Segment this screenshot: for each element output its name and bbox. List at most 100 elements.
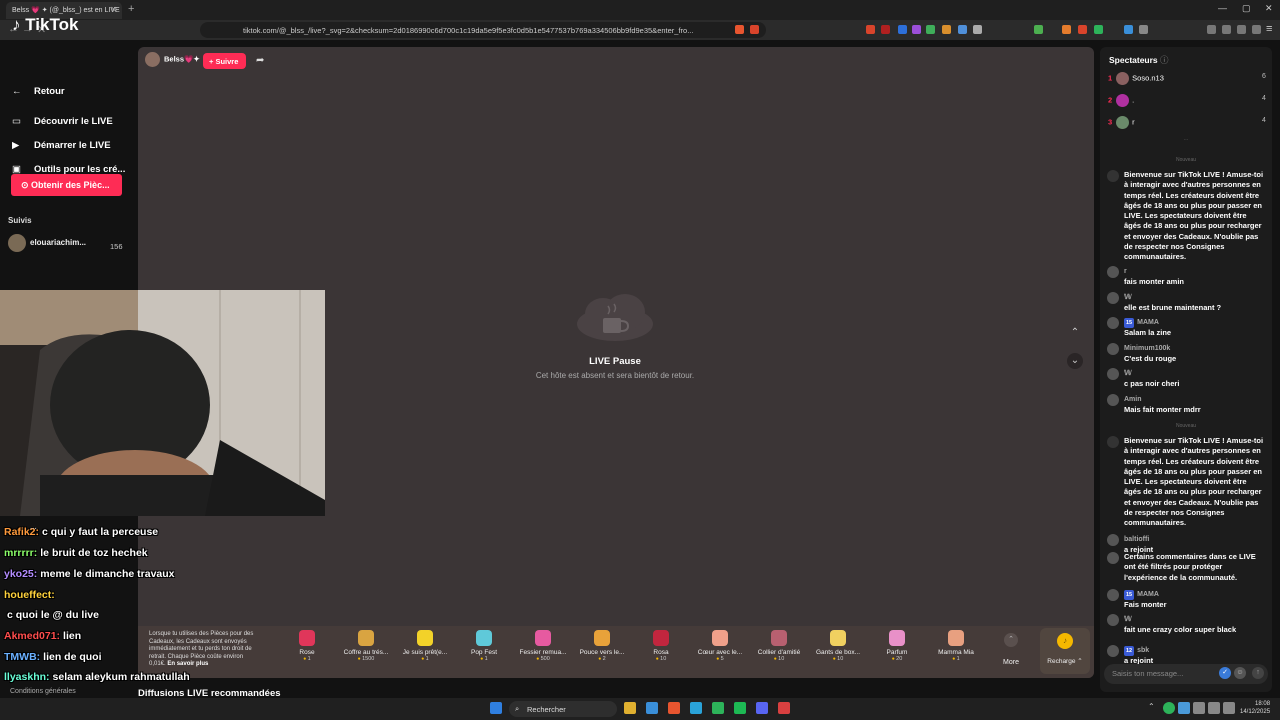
sidebar-toggle-icon[interactable]	[1207, 25, 1216, 34]
extension-icon[interactable]	[1078, 25, 1087, 34]
share-icon[interactable]: ➦	[256, 55, 264, 66]
discord-icon[interactable]	[756, 702, 768, 714]
chat-message[interactable]: Certains commentaires dans ce LIVE ont é…	[1107, 552, 1265, 583]
chat-username[interactable]: sbk	[1137, 647, 1149, 654]
brave-icon[interactable]	[668, 702, 680, 714]
following-item[interactable]: elouariachim...	[8, 234, 86, 252]
file-explorer-icon[interactable]	[624, 702, 636, 714]
learn-more-link[interactable]: En savoir plus	[167, 661, 208, 667]
tray-icon[interactable]	[1163, 702, 1175, 714]
extension-icon[interactable]	[1062, 25, 1071, 34]
store-icon[interactable]	[646, 702, 658, 714]
sidebar-item-discover-live[interactable]: ▭ Découvrir le LIVE	[12, 116, 113, 127]
close-tab-icon[interactable]: ✕	[110, 5, 117, 14]
menu-icon[interactable]: ≡	[1266, 23, 1272, 35]
extension-icon[interactable]	[926, 25, 935, 34]
extension-icon[interactable]	[912, 25, 921, 34]
chat-username[interactable]: baltioffi	[1124, 536, 1149, 543]
new-tab-icon[interactable]: +	[128, 3, 134, 15]
back-button[interactable]: ← Retour	[12, 86, 65, 97]
whatsapp-icon[interactable]	[712, 702, 724, 714]
minimize-icon[interactable]: —	[1218, 3, 1227, 13]
taskbar-clock[interactable]: 18:08 14/12/2025	[1240, 700, 1270, 716]
viewer-rank-row[interactable]: 3r	[1108, 116, 1135, 129]
brave-rewards-icon[interactable]	[750, 25, 759, 34]
chat-username[interactable]: MAMA	[1137, 319, 1159, 326]
chat-username[interactable]: MAMA	[1137, 591, 1159, 598]
gift-item[interactable]: Fessier remua...500	[515, 630, 571, 662]
taskbar-search[interactable]: ⌕ Rechercher	[509, 701, 617, 717]
viewer-rank-row[interactable]: 2.	[1108, 94, 1134, 107]
chat-message[interactable]: Minimum100k C'est du rouge	[1107, 343, 1265, 365]
chat-message[interactable]: 𝕎elle est brune maintenant ?	[1107, 292, 1265, 314]
next-live-icon[interactable]: ⌄	[1067, 353, 1083, 369]
chat-message[interactable]: 𝕎fait une crazy color super black	[1107, 614, 1265, 636]
gift-item[interactable]: Pop Fest1	[456, 630, 512, 662]
follow-button[interactable]: + Suivre	[203, 53, 246, 69]
maximize-icon[interactable]: ▢	[1242, 3, 1251, 14]
tray-icon[interactable]	[1178, 702, 1190, 714]
volume-icon[interactable]	[1223, 702, 1235, 714]
wifi-icon[interactable]	[1208, 702, 1220, 714]
chat-message[interactable]: r fais monter amin	[1107, 266, 1265, 288]
tray-icon[interactable]	[1193, 702, 1205, 714]
recharge-button[interactable]: ♪ Recharge ⌃	[1040, 628, 1090, 674]
chat-username[interactable]: 𝕎	[1124, 370, 1132, 377]
extension-icon[interactable]	[958, 25, 967, 34]
gift-item[interactable]: Parfum20	[869, 630, 925, 662]
gift-item[interactable]: Cœur avec le...5	[692, 630, 748, 662]
extension-icon[interactable]	[1034, 25, 1043, 34]
chat-message[interactable]: 𝕎c pas noir cheri	[1107, 368, 1265, 390]
previous-live-icon[interactable]: ⌃	[1067, 325, 1083, 341]
send-icon[interactable]: ↑	[1252, 667, 1264, 679]
terms-link[interactable]: Conditions générales	[10, 688, 76, 695]
chat-username[interactable]: 𝕎	[1124, 294, 1132, 301]
gift-icon	[358, 630, 374, 646]
chat-username[interactable]: Amin	[1124, 396, 1142, 403]
extension-icon[interactable]	[1094, 25, 1103, 34]
extension-icon[interactable]	[881, 25, 890, 34]
viewer-rank-row[interactable]: 1 Soso.n13	[1108, 72, 1164, 85]
gift-item[interactable]: Mamma Mia1	[928, 630, 984, 662]
spotify-icon[interactable]	[734, 702, 746, 714]
close-window-icon[interactable]: ✕	[1265, 3, 1273, 14]
gift-name: Gants de box...	[815, 649, 861, 656]
windows-start-icon[interactable]	[490, 702, 502, 714]
gift-name: Je suis prêt(e...	[402, 649, 448, 656]
extension-icon[interactable]	[973, 25, 982, 34]
gift-item[interactable]: Rose1	[279, 630, 335, 662]
host-info[interactable]: Belss💗✦	[145, 52, 200, 67]
chat-message[interactable]: 15 MAMA Salam la zine	[1107, 317, 1265, 339]
chat-username[interactable]: r	[1124, 268, 1127, 275]
chevron-up-icon[interactable]: ⌃	[1148, 702, 1160, 714]
chat-text: C'est du rouge	[1124, 354, 1177, 364]
vpn-icon[interactable]	[1252, 25, 1261, 34]
emoji-icon[interactable]: ☺	[1234, 667, 1246, 679]
more-gifts-button[interactable]: ⌃ More	[998, 631, 1024, 666]
leo-icon[interactable]	[1237, 25, 1246, 34]
gift-item[interactable]: Gants de box...10	[810, 630, 866, 662]
chat-message[interactable]: 15 MAMA Fais monter	[1107, 589, 1265, 611]
gift-item[interactable]: Rosa10	[633, 630, 689, 662]
tiktok-logo[interactable]: ♪ TikTok	[12, 15, 78, 35]
info-icon[interactable]: ⓘ	[1160, 55, 1169, 65]
extension-icon[interactable]	[1139, 25, 1148, 34]
extension-icon[interactable]	[866, 25, 875, 34]
url-field[interactable]: tiktok.com/@_blss_/live?_svg=2&checksum=…	[200, 22, 766, 38]
telegram-icon[interactable]	[690, 702, 702, 714]
gift-item[interactable]: Collier d'amitié10	[751, 630, 807, 662]
extension-icon[interactable]	[942, 25, 951, 34]
brave-shield-icon[interactable]	[735, 25, 744, 34]
gift-item[interactable]: Coffre au trés...1500	[338, 630, 394, 662]
sidebar-item-start-live[interactable]: ▶ Démarrer le LIVE	[12, 140, 111, 151]
extension-icon[interactable]	[898, 25, 907, 34]
chat-username[interactable]: 𝕎	[1124, 616, 1132, 623]
chat-message[interactable]: Amin Mais fait monter mdrr	[1107, 394, 1265, 416]
get-coins-button[interactable]: ⊙ Obtenir des Pièc...	[11, 174, 122, 196]
gift-item[interactable]: Pouce vers le...2	[574, 630, 630, 662]
gift-item[interactable]: Je suis prêt(e...1	[397, 630, 453, 662]
chat-username[interactable]: Minimum100k	[1124, 345, 1170, 352]
wallet-icon[interactable]	[1222, 25, 1231, 34]
extension-icon[interactable]	[1124, 25, 1133, 34]
app-icon[interactable]	[778, 702, 790, 714]
